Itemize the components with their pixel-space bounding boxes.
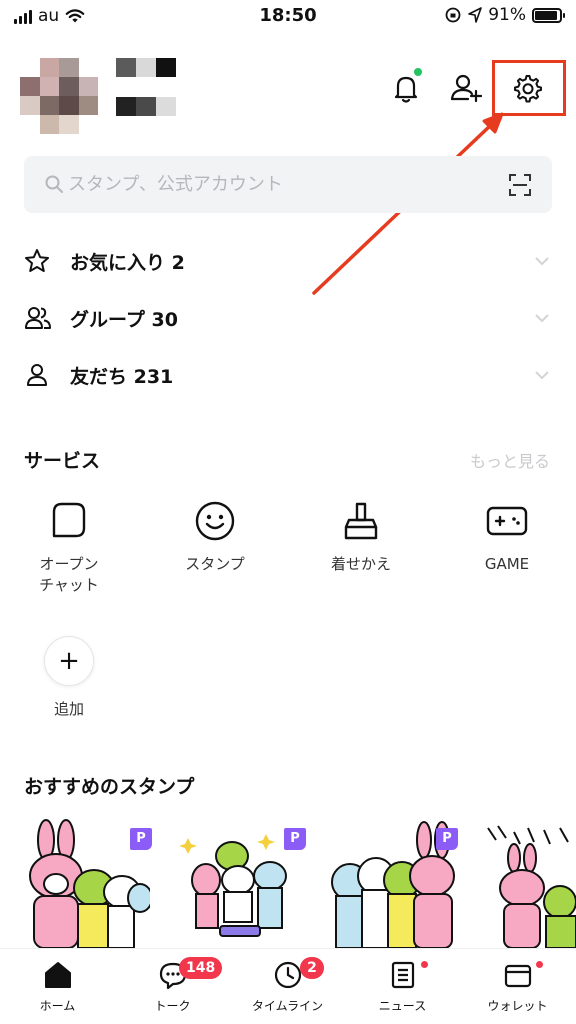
friends-row[interactable]: 友だち 231 [24,355,552,395]
services-title: サービス [24,450,101,472]
service-game[interactable]: GAME [452,498,562,575]
settings-highlight-box [492,60,566,116]
tab-news[interactable]: ニュース [345,959,460,1014]
favorites-row[interactable]: お気に入り 2 [24,241,552,281]
tab-wallet[interactable]: ウォレット [460,959,575,1014]
service-label: オープン チャット [39,555,99,594]
groups-label: グループ 30 [70,308,178,331]
qr-scan-icon[interactable] [508,173,532,197]
sticker-pack[interactable] [484,818,576,949]
clock-icon [274,961,301,989]
premium-badge: P [284,828,306,850]
friends-label: 友だち 231 [70,365,174,388]
tab-label: ニュース [378,999,427,1013]
news-icon [391,961,414,989]
chevron-down-icon [535,257,549,266]
premium-badge: P [130,828,152,850]
groups-row[interactable]: グループ 30 [24,298,552,338]
search-bar[interactable] [24,156,552,213]
unread-badge: 148 [179,957,223,979]
sticker-pack[interactable]: P [330,818,458,949]
tab-label: タイムライン [251,999,324,1013]
premium-badge: P [436,828,458,850]
notification-dot [421,961,428,968]
sticker-image [179,834,287,937]
add-friend-button[interactable] [448,70,484,106]
status-right: 91% [444,5,565,25]
battery-percent: 91% [488,5,526,25]
status-bar: au 18:50 91% [0,0,576,34]
open-chat-icon [52,502,86,538]
battery-icon [532,7,565,23]
person-icon [27,364,47,386]
sticker-pack[interactable]: P [174,818,306,948]
star-icon [25,249,49,272]
avatar[interactable] [20,58,98,134]
chevron-down-icon [535,314,549,323]
search-input[interactable] [68,168,488,200]
plus-icon: + [58,646,80,676]
gamepad-icon [486,506,528,536]
tab-label: トーク [154,999,191,1013]
smile-icon [195,501,235,541]
sticker-image [487,825,576,949]
group-icon [25,307,51,329]
orientation-lock-icon [445,7,461,23]
service-label: GAME [484,555,530,573]
unread-badge: 2 [300,957,324,979]
notification-dot [536,961,543,968]
brush-icon [344,502,378,540]
online-dot [414,68,422,76]
add-friend-icon [450,74,483,103]
service-label: スタンプ [185,555,245,573]
service-label: 着せかえ [330,555,391,573]
wallet-icon [504,964,531,988]
tab-home[interactable]: ホーム [0,959,115,1014]
search-icon [45,175,63,193]
see-more-link[interactable]: もっと見る [470,448,550,472]
notification-button[interactable] [388,68,424,106]
location-icon [468,7,483,23]
add-service-button[interactable]: + [44,636,94,686]
favorites-label: お気に入り 2 [70,251,185,274]
service-stickers[interactable]: スタンプ [160,498,270,575]
recommended-stickers-title: おすすめのスタンプ [24,776,195,798]
tab-label: ウォレット [487,999,548,1013]
sticker-carousel[interactable]: P P P [0,818,576,949]
service-open-chat[interactable]: オープン チャット [14,498,124,596]
service-themes[interactable]: 着せかえ [306,498,416,575]
tab-bar: ホーム トーク 148 タイムライン 2 ニュース ウォレット [0,948,576,1024]
tab-label: ホーム [39,999,76,1013]
home-icon [44,962,71,988]
tab-talk[interactable]: トーク 148 [115,957,230,1014]
tab-timeline[interactable]: タイムライン 2 [230,957,345,1014]
profile-name[interactable] [116,58,176,116]
sticker-pack[interactable]: P [24,818,153,949]
add-service-label: 追加 [53,700,84,718]
chevron-down-icon [535,371,549,380]
